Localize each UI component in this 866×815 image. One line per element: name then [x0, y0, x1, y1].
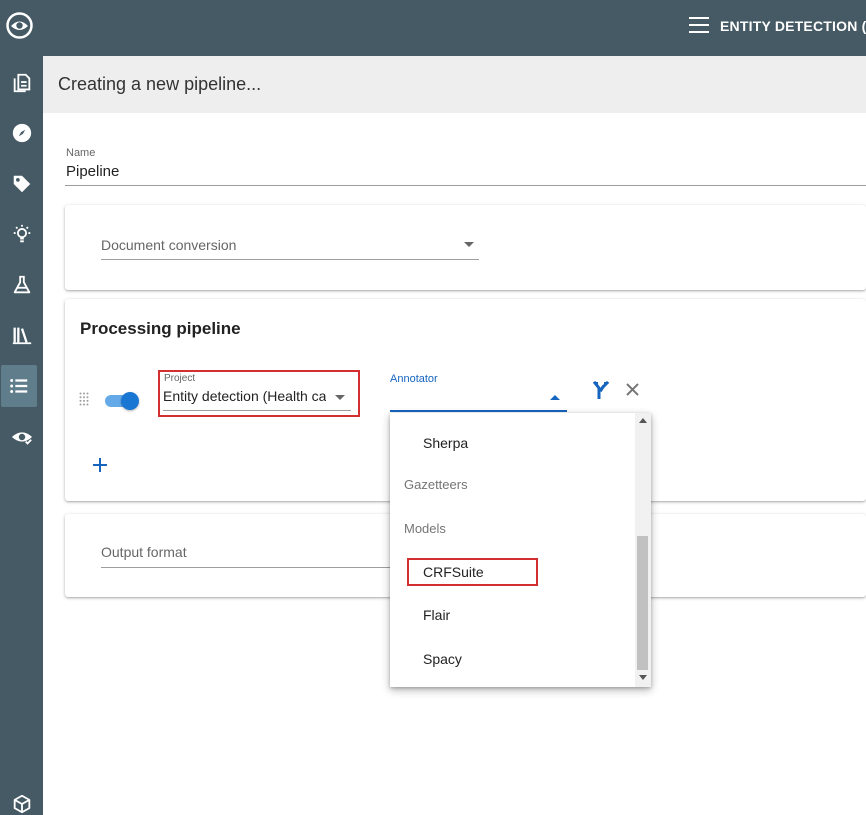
- app-logo-icon[interactable]: [6, 12, 33, 39]
- dropdown-group-models: Models: [404, 521, 446, 536]
- scroll-down-arrow-icon[interactable]: [639, 675, 647, 680]
- remove-step-icon[interactable]: [625, 382, 640, 397]
- output-format-select[interactable]: Output format: [101, 544, 187, 560]
- eye-check-icon: [11, 432, 32, 445]
- sidebar-item-extensions[interactable]: [0, 783, 43, 815]
- hamburger-menu-icon[interactable]: [689, 17, 709, 35]
- crfsuite-highlight-box: [407, 558, 538, 586]
- annotator-field-underline: [390, 410, 567, 412]
- project-title: ENTITY DETECTION (H: [720, 18, 866, 34]
- project-highlight-box: [158, 370, 360, 417]
- processing-pipeline-title: Processing pipeline: [80, 319, 241, 338]
- lightbulb-icon: [13, 224, 30, 243]
- name-field-label: Name: [66, 147, 96, 159]
- name-field-underline: [65, 185, 866, 186]
- annotator-dropdown-icon[interactable]: [550, 395, 560, 400]
- flask-icon: [13, 275, 30, 294]
- name-field[interactable]: Pipeline: [66, 163, 119, 180]
- cube-icon: [13, 794, 30, 814]
- add-step-icon[interactable]: [92, 457, 108, 473]
- sidebar-item-labels[interactable]: [0, 163, 43, 205]
- tag-icon: [13, 175, 30, 193]
- toggle-thumb: [121, 392, 139, 410]
- sidebar-item-library[interactable]: [0, 314, 43, 356]
- sidebar-item-explore[interactable]: [0, 112, 43, 154]
- drag-handle-icon[interactable]: [79, 392, 89, 406]
- page-title: Creating a new pipeline...: [58, 74, 262, 94]
- sidebar-item-documents[interactable]: [0, 62, 43, 104]
- document-conversion-card: Document conversion: [65, 205, 866, 290]
- dropdown-option-sherpa[interactable]: Sherpa: [423, 435, 468, 451]
- fork-icon[interactable]: [592, 381, 610, 399]
- scrollbar-thumb[interactable]: [637, 536, 648, 670]
- list-icon: [10, 379, 28, 393]
- document-conversion-underline: [101, 259, 479, 260]
- dropdown-option-flair[interactable]: Flair: [423, 607, 450, 623]
- document-icon: [13, 73, 30, 93]
- annotator-field-label: Annotator: [390, 373, 438, 385]
- compass-icon: [12, 123, 31, 143]
- dropdown-scrollbar[interactable]: [635, 413, 651, 687]
- annotator-select[interactable]: [390, 388, 540, 406]
- document-conversion-dropdown-icon[interactable]: [464, 242, 474, 247]
- scroll-up-arrow-icon[interactable]: [639, 418, 647, 423]
- page-header: Creating a new pipeline...: [43, 56, 866, 113]
- sidebar-item-monitor[interactable]: [0, 416, 43, 458]
- library-icon: [12, 327, 31, 345]
- top-bar: ENTITY DETECTION (H: [43, 0, 866, 56]
- sidebar-item-experiments[interactable]: [0, 264, 43, 306]
- dropdown-group-gazetteers: Gazetteers: [404, 477, 468, 492]
- annotator-dropdown-menu: Sherpa Gazetteers Models CRFSuite Flair …: [390, 413, 651, 687]
- document-conversion-select[interactable]: Document conversion: [101, 237, 236, 253]
- sidebar: [0, 0, 43, 815]
- sidebar-item-pipelines[interactable]: [1, 365, 37, 407]
- sidebar-item-suggestions[interactable]: [0, 213, 43, 255]
- step-enabled-toggle[interactable]: [105, 392, 139, 410]
- dropdown-option-spacy[interactable]: Spacy: [423, 651, 462, 667]
